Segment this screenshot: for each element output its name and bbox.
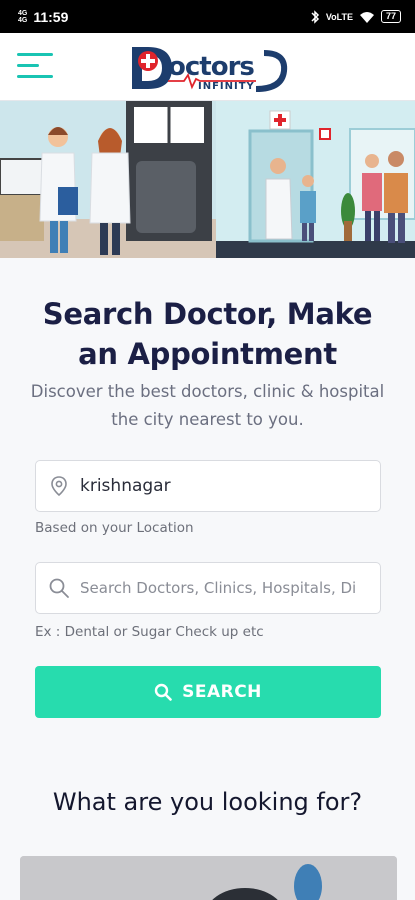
status-left: 4G 4G 11:59 xyxy=(18,9,68,25)
search-hint: Ex : Dental or Sugar Check up etc xyxy=(35,624,264,640)
page-subtitle: Discover the best doctors, clinic & hosp… xyxy=(30,382,385,429)
network-label: VoLTE xyxy=(325,11,353,22)
search-field[interactable] xyxy=(35,562,381,614)
page-title: Search Doctor, Make an Appointment xyxy=(42,297,373,371)
category-card-image xyxy=(20,856,397,900)
search-button[interactable]: SEARCH xyxy=(35,666,381,718)
location-value: krishnagar xyxy=(80,476,171,496)
location-field[interactable]: krishnagar xyxy=(35,460,381,512)
location-hint: Based on your Location xyxy=(35,520,194,536)
menu-button[interactable] xyxy=(17,50,55,80)
search-icon xyxy=(49,578,69,598)
signal-indicator: 4G 4G xyxy=(18,9,28,24)
map-pin-icon xyxy=(51,476,67,497)
status-time: 11:59 xyxy=(33,8,69,25)
bluetooth-icon xyxy=(311,9,319,24)
status-right: VoLTE 77 xyxy=(310,9,401,24)
hero-banner-illustration xyxy=(0,101,415,258)
svg-text:INFINITY: INFINITY xyxy=(198,81,255,92)
search-button-label: SEARCH xyxy=(182,682,262,702)
wifi-icon xyxy=(359,11,374,23)
battery-indicator: 77 xyxy=(380,10,401,23)
hamburger-icon xyxy=(17,53,53,56)
app-header: octors INFINITY xyxy=(0,33,415,101)
doctors-infinity-logo: octors INFINITY xyxy=(132,47,288,92)
section-title: What are you looking for? xyxy=(52,788,363,816)
main-content: Search Doctor, Make an Appointment Disco… xyxy=(0,258,415,900)
search-button-icon xyxy=(154,683,172,701)
search-input[interactable] xyxy=(80,579,360,597)
status-bar: 4G 4G 11:59 VoLTE 77 xyxy=(0,0,415,33)
category-card[interactable] xyxy=(20,856,397,900)
svg-text:octors: octors xyxy=(168,52,254,82)
